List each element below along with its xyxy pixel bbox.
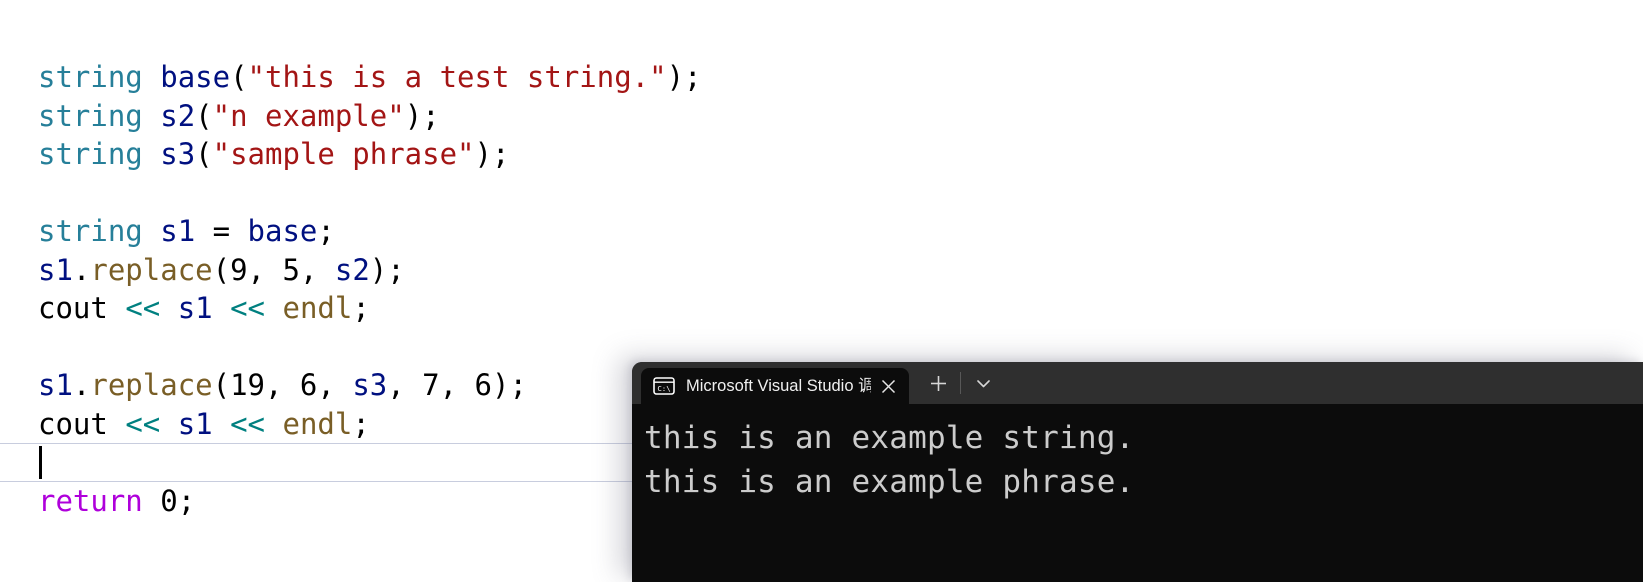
code-token: 19 — [230, 368, 265, 402]
code-token: , — [265, 368, 300, 402]
code-token: s1 — [38, 368, 73, 402]
code-token: ; — [352, 406, 370, 441]
code-token: 0 — [160, 483, 178, 518]
code-token: . — [72, 368, 91, 402]
code-token: , — [317, 368, 353, 402]
code-line[interactable]: cout << s1 << endl; — [0, 289, 1643, 328]
terminal-tab-title: Microsoft Visual Studio 调试控制台 — [686, 377, 871, 395]
close-icon[interactable] — [871, 369, 905, 403]
code-token: replace — [90, 252, 213, 287]
code-token: , — [387, 368, 423, 402]
code-line[interactable]: string s1 = base; — [0, 212, 1643, 251]
code-token: s1 — [38, 252, 73, 287]
terminal-output-line: this is an example string. — [644, 420, 1135, 456]
svg-text:C:\: C:\ — [657, 384, 670, 393]
code-token: ); — [492, 368, 527, 402]
code-line[interactable] — [0, 328, 1643, 367]
code-token: return — [38, 483, 143, 518]
code-token: string — [38, 214, 143, 248]
code-token: string — [38, 137, 143, 171]
terminal-titlebar[interactable]: C:\ Microsoft Visual Studio 调试控制台 — [632, 362, 1643, 404]
code-token: ); — [474, 137, 510, 171]
code-token: cout — [38, 406, 108, 441]
screen: string base("this is a test string."); st… — [0, 0, 1643, 582]
code-token: s2 — [334, 252, 370, 287]
code-token: s3 — [160, 137, 196, 171]
code-token: string — [38, 60, 143, 94]
code-line[interactable] — [0, 174, 1643, 213]
toolbar-separator — [960, 372, 961, 394]
code-token: ; — [177, 483, 196, 518]
text-caret — [39, 446, 42, 479]
code-token: << — [125, 291, 161, 325]
code-token: ); — [404, 98, 440, 133]
code-token: , — [299, 252, 335, 287]
code-token: 5 — [282, 252, 300, 287]
code-line[interactable]: s1.replace(9, 5, s2); — [0, 251, 1643, 290]
code-token: base — [247, 214, 318, 248]
code-token: ( — [212, 368, 231, 402]
code-token: s1 — [177, 406, 213, 441]
terminal-tab[interactable]: C:\ Microsoft Visual Studio 调试控制台 — [641, 368, 909, 404]
code-token: replace — [90, 368, 213, 402]
code-token: ; — [352, 291, 370, 325]
code-token: ); — [369, 252, 405, 287]
code-token: 6 — [299, 368, 318, 402]
code-token: "this is a test string." — [247, 60, 667, 94]
code-token: = — [195, 214, 248, 248]
code-token: s1 — [160, 214, 196, 248]
code-token: ( — [195, 98, 213, 133]
code-token: , — [247, 252, 283, 287]
code-token: "sample phrase" — [212, 137, 475, 171]
code-token: s1 — [177, 291, 213, 325]
code-token: ( — [230, 60, 248, 94]
code-line[interactable]: string base("this is a test string."); — [0, 58, 1643, 97]
terminal-window[interactable]: C:\ Microsoft Visual Studio 调试控制台 — [632, 362, 1643, 582]
code-token: 7 — [422, 368, 440, 402]
code-token: string — [38, 98, 143, 133]
code-token: << — [125, 406, 161, 441]
code-line[interactable]: string s2("n example"); — [0, 97, 1643, 136]
code-token: . — [72, 252, 91, 287]
code-token: s3 — [352, 368, 388, 402]
code-token: base — [160, 60, 231, 94]
code-token: ( — [195, 137, 213, 171]
chevron-down-icon[interactable] — [964, 366, 1002, 400]
code-token: << — [230, 291, 266, 325]
code-token: ( — [212, 252, 231, 287]
code-token: cout — [38, 291, 108, 325]
terminal-tabbar-actions — [909, 362, 1002, 404]
code-token: , — [439, 368, 475, 402]
command-prompt-icon: C:\ — [653, 377, 675, 395]
terminal-output-line: this is an example phrase. — [644, 464, 1135, 500]
code-token: endl — [282, 406, 353, 441]
code-line[interactable]: string s3("sample phrase"); — [0, 135, 1643, 174]
new-tab-icon[interactable] — [919, 366, 957, 400]
code-token: s2 — [160, 98, 196, 133]
code-token: ; — [317, 214, 335, 248]
code-token: 6 — [474, 368, 493, 402]
code-token: 9 — [230, 252, 248, 287]
code-token: ); — [666, 60, 702, 94]
terminal-output[interactable]: this is an example string. this is an exa… — [632, 404, 1643, 582]
code-token: "n example" — [212, 98, 405, 133]
code-token: endl — [282, 291, 353, 325]
code-token: << — [230, 406, 266, 441]
